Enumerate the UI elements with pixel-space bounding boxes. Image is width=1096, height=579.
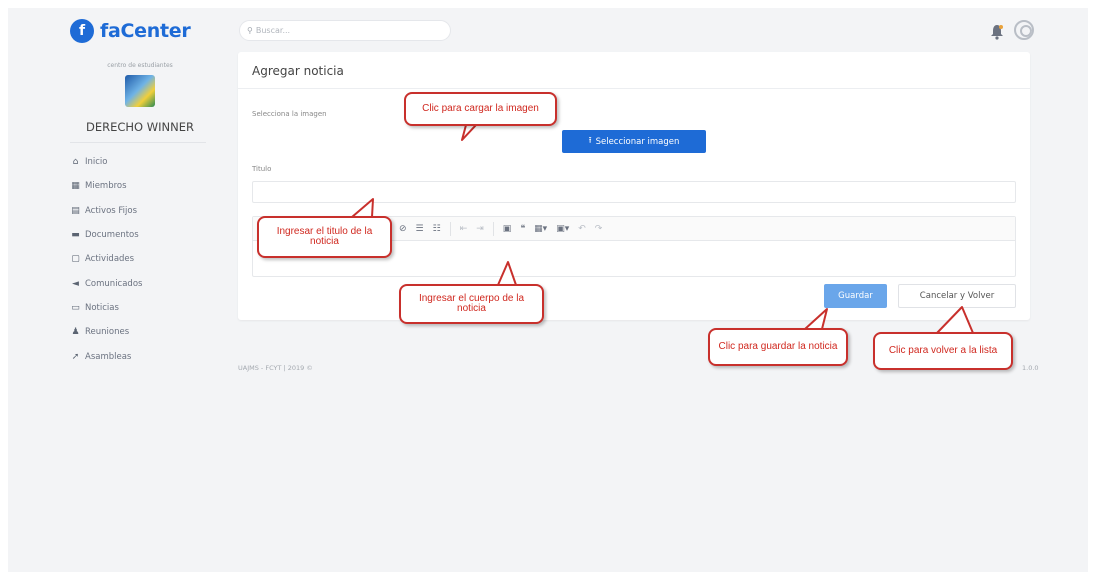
media-icon[interactable]: ▣▾ xyxy=(556,224,569,234)
save-button[interactable]: Guardar xyxy=(824,284,887,308)
sidebar-item-label: Reuniones xyxy=(85,327,130,338)
sidebar-nav: ⌂ Inicio ▦ Miembros ▤ Activos Fijos ▬ Docume… xyxy=(70,150,142,369)
sidebar-item-actividades[interactable]: ▢ Actividades xyxy=(70,247,142,271)
callout-body: Ingresar el cuerpo de la noticia xyxy=(399,284,544,324)
org-name: DERECHO WINNER xyxy=(86,120,194,134)
select-image-button[interactable]: ⭱ Seleccionar imagen xyxy=(562,130,706,153)
select-image-label: Seleccionar imagen xyxy=(595,136,680,147)
activities-icon: ▢ xyxy=(71,254,80,265)
redo-icon[interactable]: ↷ xyxy=(595,224,603,234)
brand-name: faCenter xyxy=(100,20,191,42)
search-icon: ⚲ xyxy=(247,26,253,35)
upload-icon: ⭱ xyxy=(588,135,592,146)
sidebar-item-label: Asambleas xyxy=(85,351,132,362)
assemblies-icon: ➚ xyxy=(71,351,80,362)
sidebar-item-activos-fijos[interactable]: ▤ Activos Fijos xyxy=(70,199,142,223)
table-icon[interactable]: ▦▾ xyxy=(534,224,547,234)
home-icon: ⌂ xyxy=(72,157,79,168)
folder-icon: ▬ xyxy=(71,230,80,241)
link-icon[interactable]: ⊘ xyxy=(399,224,407,234)
megaphone-icon: ◄ xyxy=(72,278,79,289)
search-input[interactable] xyxy=(255,26,436,35)
indent-icon[interactable]: ⇥ xyxy=(476,224,484,234)
org-avatar xyxy=(125,75,155,107)
bell-icon[interactable] xyxy=(990,24,1004,40)
footer-version: 1.0.0 xyxy=(1022,364,1039,372)
sidebar-item-label: Comunicados xyxy=(85,278,143,289)
sidebar-item-inicio[interactable]: ⌂ Inicio xyxy=(70,150,142,174)
sidebar-item-noticias[interactable]: ▭ Noticias xyxy=(70,296,142,320)
news-icon: ▭ xyxy=(71,302,80,313)
sidebar-divider xyxy=(70,142,206,143)
title-label: Titulo xyxy=(252,165,272,173)
toolbar-divider xyxy=(449,221,451,236)
org-subtitle: centro de estudiantes xyxy=(107,62,173,69)
sidebar-item-label: Miembros xyxy=(85,181,127,192)
title-input[interactable] xyxy=(252,181,1016,203)
brand-logo-icon: f xyxy=(70,19,94,43)
callout-back: Clic para volver a la lista xyxy=(873,332,1013,370)
sidebar-item-asambleas[interactable]: ➚ Asambleas xyxy=(70,344,142,368)
numbered-list-icon[interactable]: ☷ xyxy=(433,224,441,234)
image-icon[interactable]: ▣ xyxy=(503,224,512,234)
page-title: Agregar noticia xyxy=(252,64,344,78)
undo-icon[interactable]: ↶ xyxy=(578,224,586,234)
sidebar-item-label: Documentos xyxy=(85,230,139,241)
toolbar-divider xyxy=(492,221,494,236)
members-icon: ▦ xyxy=(71,181,80,192)
search-box[interactable]: ⚲ xyxy=(239,20,451,41)
sidebar-item-documentos[interactable]: ▬ Documentos xyxy=(70,223,142,247)
bullet-list-icon[interactable]: ☰ xyxy=(416,224,424,234)
add-news-card: Agregar noticia Selecciona la imagen ⭱ S… xyxy=(238,52,1030,320)
sidebar-item-reuniones[interactable]: ♟ Reuniones xyxy=(70,320,142,344)
callout-save: Clic para guardar la noticia xyxy=(708,328,848,366)
callout-upload: Clic para cargar la imagen xyxy=(404,92,557,126)
sidebar-item-label: Actividades xyxy=(85,254,135,265)
sidebar-item-label: Activos Fijos xyxy=(85,205,138,216)
sidebar-item-comunicados[interactable]: ◄ Comunicados xyxy=(70,271,142,295)
sidebar-item-label: Inicio xyxy=(85,157,108,168)
quote-icon[interactable]: ❝ xyxy=(520,224,525,234)
card-divider xyxy=(238,88,1030,89)
assets-icon: ▤ xyxy=(71,205,80,216)
footer-copyright: UAJMS - FCYT | 2019 © xyxy=(238,364,313,372)
cancel-back-button[interactable]: Cancelar y Volver xyxy=(898,284,1016,308)
sidebar-item-label: Noticias xyxy=(85,302,119,313)
user-avatar-icon[interactable] xyxy=(1014,20,1034,40)
image-label: Selecciona la imagen xyxy=(252,110,327,118)
meetings-icon: ♟ xyxy=(71,327,80,338)
outdent-icon[interactable]: ⇤ xyxy=(460,224,468,234)
sidebar-item-miembros[interactable]: ▦ Miembros xyxy=(70,174,142,198)
brand[interactable]: f faCenter xyxy=(70,19,191,43)
callout-title: Ingresar el titulo de la noticia xyxy=(257,216,392,258)
